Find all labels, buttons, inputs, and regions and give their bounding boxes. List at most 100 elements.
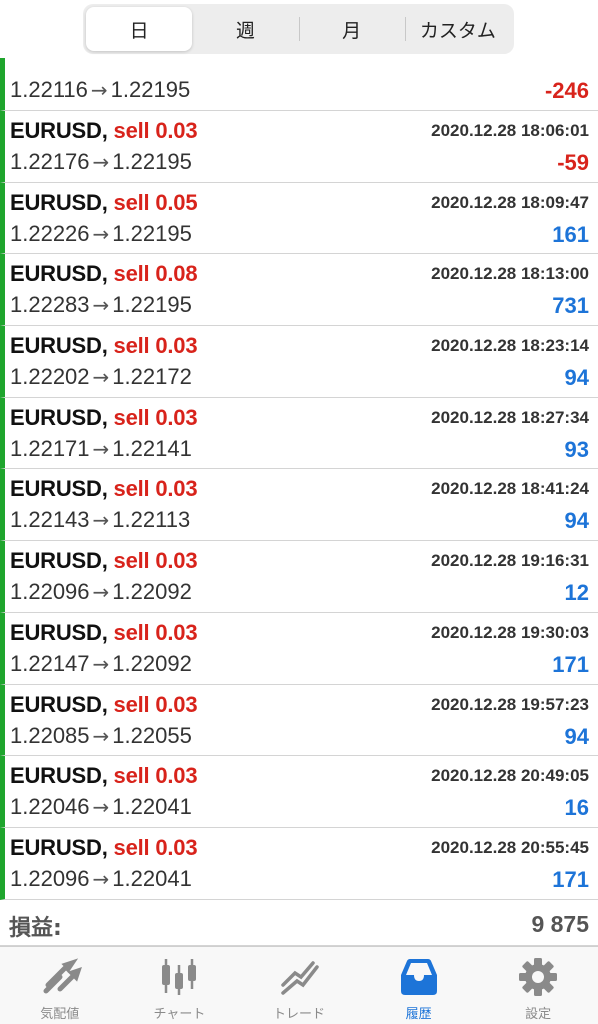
deal-side-volume: sell 0.03 [113, 118, 198, 143]
open-price: 1.22143 [10, 507, 90, 533]
open-price: 1.22147 [10, 650, 90, 676]
deal-side-volume: sell 0.03 [113, 834, 198, 860]
tab-settings[interactable]: 設定 [478, 947, 598, 1024]
deal-row[interactable]: EURUSD, sell 0.03 2020.12.28 18:27:34 1.22… [0, 397, 598, 470]
deal-time: 2020.12.28 18:41:24 [431, 479, 589, 499]
deal-row[interactable]: EURUSD, sell 0.03 2020.12.28 18:41:24 1.22… [0, 469, 598, 542]
deal-time: 2020.12.28 19:16:31 [431, 551, 589, 571]
deal-symbol: EURUSD, sell 0.03 [10, 691, 198, 718]
period-tab-day[interactable]: 日 [86, 7, 193, 51]
deal-side-volume: sell 0.03 [113, 763, 198, 789]
deal-symbol: EURUSD, sell 0.03 [10, 834, 198, 861]
close-price: 1.22141 [112, 435, 192, 461]
profit-total: 9 875 [531, 911, 589, 937]
close-price: 1.22055 [112, 722, 192, 748]
deal-profit: 16 [564, 795, 589, 821]
deal-symbol: EURUSD, sell 0.03 [10, 118, 198, 144]
history-inbox-icon [400, 959, 437, 995]
deal-prices: 1.22143 → 1.22113 [10, 507, 190, 533]
deal-profit: 93 [564, 436, 589, 462]
period-tab-month[interactable]: 月 [298, 7, 405, 51]
open-price: 1.22046 [10, 794, 90, 820]
price-arrow: → [92, 436, 110, 461]
period-tab-week[interactable]: 週 [192, 7, 298, 51]
deal-time: 2020.12.28 20:49:05 [431, 766, 589, 786]
open-price: 1.22096 [10, 579, 90, 605]
tab-quotes[interactable]: 気配値 [0, 947, 120, 1024]
deal-symbol: EURUSD, sell 0.05 [10, 189, 198, 216]
price-arrow: → [92, 221, 110, 246]
deal-list[interactable]: 1.22116 → 1.22195 -246 EURUSD, sell 0.03 20… [0, 40, 598, 900]
deal-side-volume: sell 0.03 [113, 691, 198, 717]
deal-side-volume: sell 0.05 [113, 189, 198, 215]
deal-profit: 731 [552, 293, 589, 319]
price-arrow: → [92, 580, 110, 605]
deal-side-volume: sell 0.03 [113, 548, 198, 574]
deal-time: 2020.12.28 18:09:47 [431, 192, 589, 212]
deal-prices: 1.22116 → 1.22195 [10, 77, 190, 103]
open-price: 1.22085 [10, 722, 90, 748]
tab-chart[interactable]: チャート [120, 947, 240, 1024]
deal-prices: 1.22283 → 1.22195 [10, 292, 192, 318]
deal-prices: 1.22147 → 1.22092 [10, 651, 192, 677]
deal-row[interactable]: EURUSD, sell 0.03 2020.12.28 18:06:01 1.22… [0, 111, 598, 183]
deal-symbol: EURUSD, sell 0.03 [10, 620, 198, 646]
open-price: 1.22226 [10, 220, 90, 246]
deal-profit: 171 [552, 651, 589, 677]
period-segmented-control: 日 週 月 カスタム [83, 4, 514, 54]
deal-symbol: EURUSD, sell 0.03 [10, 763, 198, 789]
period-selector-bar: 日 週 月 カスタム [0, 0, 598, 58]
price-arrow: → [92, 651, 110, 676]
deal-profit: 94 [564, 508, 589, 534]
close-price: 1.22092 [112, 650, 192, 676]
deal-profit: -246 [544, 78, 589, 103]
deal-profit: 94 [564, 365, 589, 391]
deal-time: 2020.12.28 19:30:03 [431, 622, 589, 642]
open-price: 1.22176 [10, 149, 90, 174]
close-price: 1.22041 [112, 865, 192, 891]
price-arrow: → [92, 150, 110, 174]
deal-row[interactable]: EURUSD, sell 0.03 2020.12.28 19:16:31 1.22… [0, 541, 598, 613]
tab-label: 履歴 [405, 1007, 432, 1022]
close-price: 1.22113 [112, 507, 191, 533]
price-arrow: → [90, 78, 108, 102]
deal-row[interactable]: EURUSD, sell 0.03 2020.12.28 20:55:45 1.22… [0, 827, 598, 900]
quotes-icon [43, 958, 82, 994]
price-arrow: → [92, 795, 110, 820]
trade-history-screen: 1.22116 → 1.22195 -246 EURUSD, sell 0.03 20… [0, 0, 598, 1024]
open-price: 1.22202 [10, 364, 90, 390]
deal-profit: 161 [552, 221, 589, 247]
deal-profit: -59 [557, 150, 589, 175]
deal-row[interactable]: EURUSD, sell 0.08 2020.12.28 18:13:00 1.22… [0, 254, 598, 327]
tab-history[interactable]: 履歴 [359, 947, 479, 1024]
close-price: 1.22092 [112, 579, 192, 605]
symbol-name: EURUSD, [10, 763, 108, 789]
bottom-tab-bar: 気配値 チャート トレード 履歴 設定 [0, 946, 598, 1024]
price-arrow: → [92, 508, 110, 533]
close-price: 1.22195 [110, 77, 191, 102]
symbol-name: EURUSD, [10, 834, 108, 860]
trade-icon [281, 961, 319, 995]
deal-row[interactable]: EURUSD, sell 0.03 2020.12.28 20:49:05 1.22… [0, 756, 598, 828]
deal-time: 2020.12.28 20:55:45 [431, 837, 589, 857]
deal-side-volume: sell 0.08 [113, 261, 198, 287]
period-tab-custom[interactable]: カスタム [404, 7, 511, 51]
deal-symbol: EURUSD, sell 0.03 [10, 548, 198, 574]
deal-row[interactable]: EURUSD, sell 0.03 2020.12.28 19:30:03 1.22… [0, 612, 598, 685]
deal-time: 2020.12.28 18:23:14 [431, 336, 589, 356]
deal-row[interactable]: EURUSD, sell 0.05 2020.12.28 18:09:47 1.22… [0, 182, 598, 255]
deal-profit: 171 [552, 866, 589, 892]
open-price: 1.22096 [10, 865, 90, 891]
symbol-name: EURUSD, [10, 404, 108, 430]
symbol-name: EURUSD, [10, 118, 108, 143]
settings-gear-icon [519, 958, 558, 996]
deal-time: 2020.12.28 18:13:00 [431, 264, 589, 284]
profit-label: 損益: [9, 916, 62, 941]
deal-row[interactable]: EURUSD, sell 0.03 2020.12.28 18:23:14 1.22… [0, 326, 598, 398]
price-arrow: → [92, 866, 110, 891]
tab-label: 気配値 [40, 1007, 80, 1022]
deal-time: 2020.12.28 18:06:01 [431, 121, 589, 140]
deal-row[interactable]: EURUSD, sell 0.03 2020.12.28 19:57:23 1.22… [0, 684, 598, 757]
deal-time: 2020.12.28 18:27:34 [431, 407, 589, 427]
tab-trade[interactable]: トレード [239, 947, 359, 1024]
